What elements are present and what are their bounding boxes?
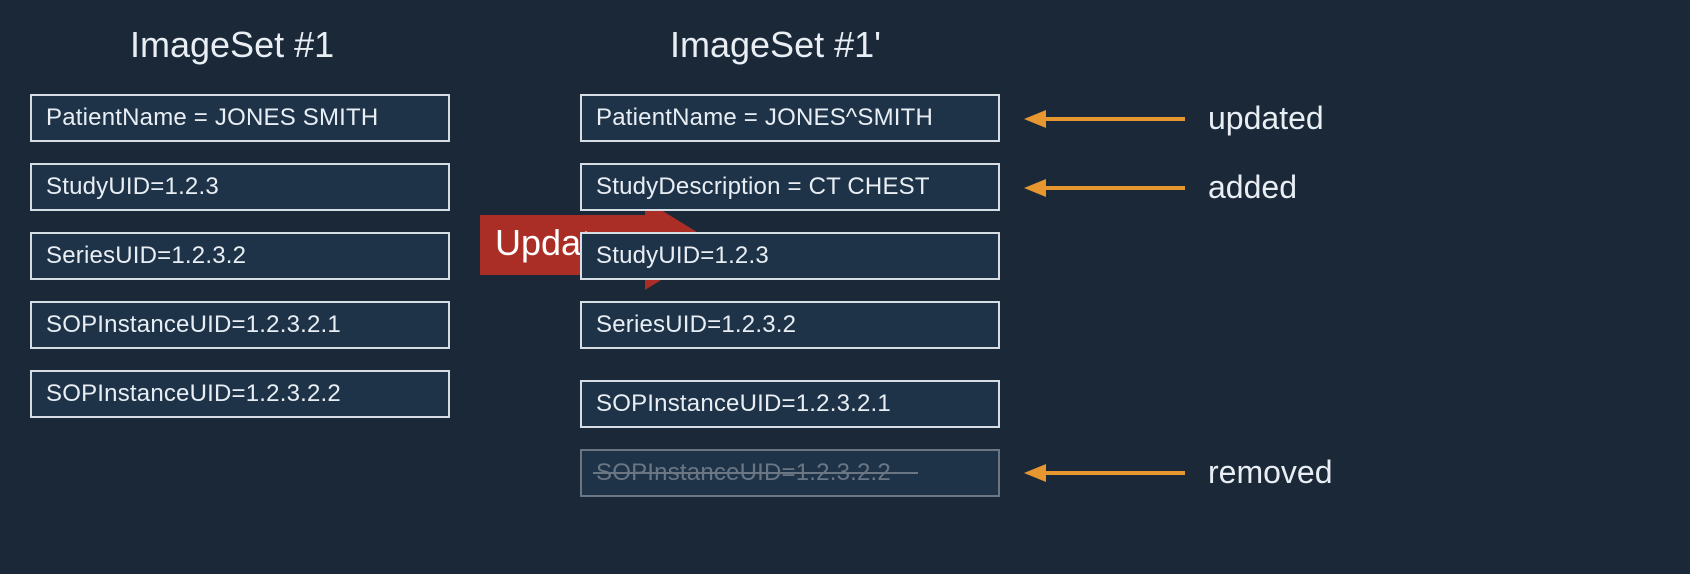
- arrow-added-icon: [1020, 177, 1185, 199]
- left-item-3: SOPInstanceUID=1.2.3.2.1: [30, 301, 450, 349]
- right-title: ImageSet #1': [670, 24, 881, 66]
- left-item-1: StudyUID=1.2.3: [30, 163, 450, 211]
- right-item-4: SOPInstanceUID=1.2.3.2.1: [580, 380, 1000, 428]
- arrow-updated-icon: [1020, 108, 1185, 130]
- right-item-1: StudyDescription = CT CHEST: [580, 163, 1000, 211]
- label-added: added: [1208, 169, 1297, 206]
- arrow-removed-icon: [1020, 462, 1185, 484]
- left-title: ImageSet #1: [130, 24, 334, 66]
- right-item-2: StudyUID=1.2.3: [580, 232, 1000, 280]
- left-item-4: SOPInstanceUID=1.2.3.2.2: [30, 370, 450, 418]
- left-item-2: SeriesUID=1.2.3.2: [30, 232, 450, 280]
- right-item-0: PatientName = JONES^SMITH: [580, 94, 1000, 142]
- right-item-3: SeriesUID=1.2.3.2: [580, 301, 1000, 349]
- diagram-canvas: ImageSet #1 PatientName = JONES SMITH St…: [0, 0, 1690, 574]
- left-item-0: PatientName = JONES SMITH: [30, 94, 450, 142]
- label-removed: removed: [1208, 454, 1333, 491]
- label-updated: updated: [1208, 100, 1324, 137]
- strikethrough-line: [593, 472, 918, 474]
